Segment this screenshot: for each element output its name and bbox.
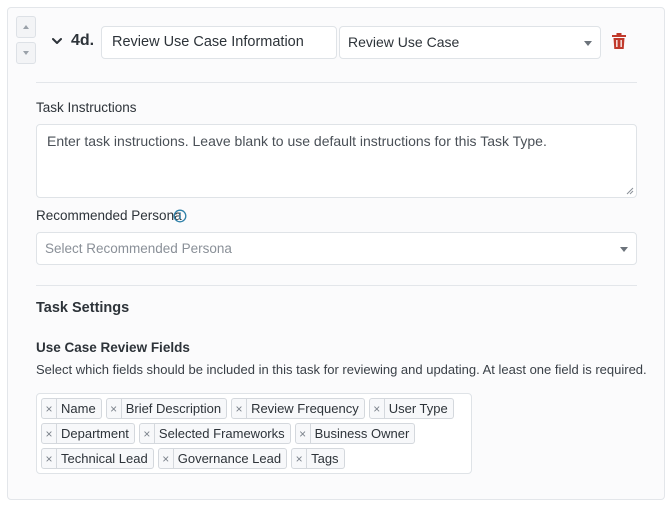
trash-icon <box>612 33 626 49</box>
remove-tag-icon[interactable]: × <box>42 449 57 468</box>
settings-divider <box>36 285 637 286</box>
task-settings-title: Task Settings <box>36 300 130 316</box>
field-tag-label: Technical Lead <box>61 451 148 466</box>
remove-tag-icon[interactable]: × <box>42 424 57 443</box>
task-instructions-textarea[interactable]: Enter task instructions. Leave blank to … <box>36 124 637 198</box>
field-tag-label: Tags <box>311 451 339 466</box>
remove-tag-icon[interactable]: × <box>107 399 122 418</box>
caret-down-icon <box>23 51 29 55</box>
info-icon[interactable] <box>173 209 187 223</box>
resize-handle-icon[interactable] <box>626 187 634 195</box>
review-fields-label: Use Case Review Fields <box>36 340 190 355</box>
field-tag: × Brief Description <box>105 398 228 419</box>
field-tag: × Name <box>41 398 102 419</box>
field-tag-label: Name <box>61 401 96 416</box>
reorder-controls <box>16 16 36 66</box>
field-tag-label: Selected Frameworks <box>158 426 285 441</box>
header-divider <box>36 82 637 83</box>
field-tag: × User Type <box>368 398 454 419</box>
collapse-toggle[interactable] <box>50 34 64 48</box>
task-type-value: Review Use Case <box>348 34 460 50</box>
task-card: 4d. Review Use Case Information Review U… <box>7 7 665 500</box>
remove-tag-icon[interactable]: × <box>370 399 385 418</box>
recommended-persona-select[interactable]: Select Recommended Persona <box>36 232 637 265</box>
field-tag-label: User Type <box>388 401 448 416</box>
review-fields-multiselect[interactable]: × Name × Brief Description × Review Frequency… <box>36 393 472 474</box>
field-tag-label: Brief Description <box>125 401 222 416</box>
task-instructions-label: Task Instructions <box>36 100 137 115</box>
field-tag: × Governance Lead <box>157 448 288 469</box>
move-up-button[interactable] <box>16 16 36 38</box>
move-down-button[interactable] <box>16 42 36 64</box>
field-tag-label: Governance Lead <box>177 451 282 466</box>
remove-tag-icon[interactable]: × <box>42 399 57 418</box>
field-tag: × Selected Frameworks <box>138 423 291 444</box>
task-instructions-placeholder: Enter task instructions. Leave blank to … <box>47 133 547 149</box>
field-tag-label: Review Frequency <box>251 401 359 416</box>
task-type-select[interactable]: Review Use Case <box>339 26 601 59</box>
field-tag: × Department <box>41 423 135 444</box>
recommended-persona-label: Recommended Persona <box>36 208 182 223</box>
remove-tag-icon[interactable]: × <box>232 399 248 418</box>
review-fields-help-text: Select which fields should be included i… <box>36 362 647 377</box>
task-name-input[interactable]: Review Use Case Information <box>101 26 337 59</box>
caret-down-icon <box>584 41 592 46</box>
caret-up-icon <box>23 25 29 29</box>
field-tag: × Business Owner <box>294 423 416 444</box>
step-number: 4d. <box>71 32 95 49</box>
remove-tag-icon[interactable]: × <box>140 424 155 443</box>
remove-tag-icon[interactable]: × <box>292 449 308 468</box>
fields-search-input[interactable] <box>349 448 389 469</box>
chevron-down-icon <box>52 38 62 44</box>
field-tag: × Tags <box>291 448 345 469</box>
caret-down-icon <box>620 247 628 252</box>
field-tag: × Technical Lead <box>41 448 154 469</box>
field-tag: × Review Frequency <box>231 398 365 419</box>
recommended-persona-placeholder: Select Recommended Persona <box>45 241 232 256</box>
delete-task-button[interactable] <box>612 33 628 51</box>
field-tag-label: Department <box>61 426 129 441</box>
remove-tag-icon[interactable]: × <box>296 424 311 443</box>
remove-tag-icon[interactable]: × <box>159 449 174 468</box>
field-tag-label: Business Owner <box>314 426 410 441</box>
